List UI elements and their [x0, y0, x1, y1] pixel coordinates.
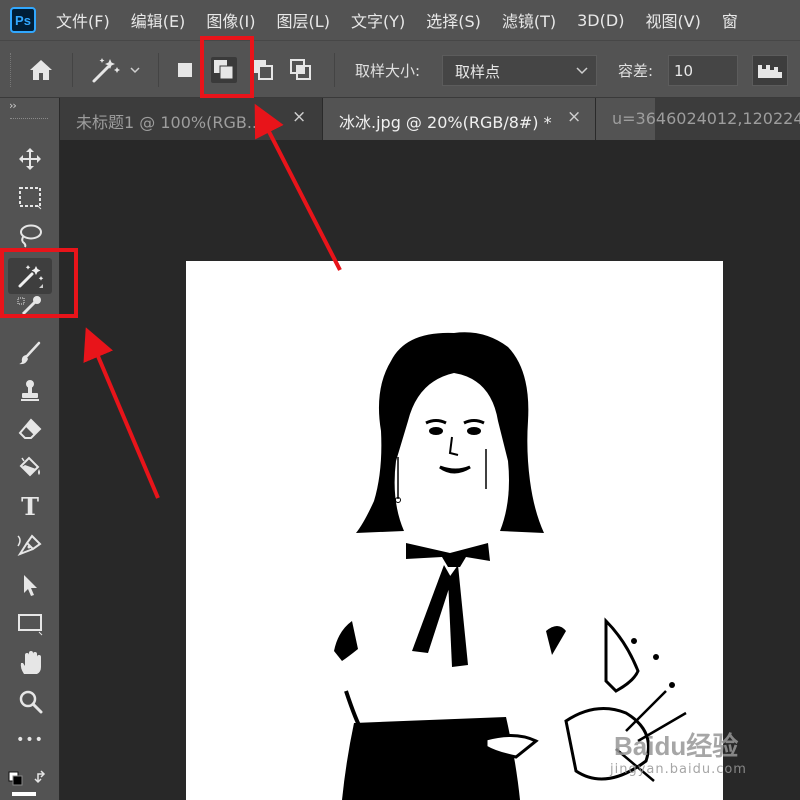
- menu-image[interactable]: 图像(I): [206, 8, 255, 32]
- home-button[interactable]: [28, 58, 54, 82]
- sample-size-select[interactable]: 取样点: [442, 55, 597, 86]
- separator: [334, 53, 335, 87]
- paint-bucket-tool[interactable]: [8, 452, 52, 488]
- options-bar-grip[interactable]: [10, 53, 12, 87]
- tab-u-image[interactable]: u=3646024012,120224: [596, 98, 800, 140]
- tab-label: u=3646024012,120224: [612, 109, 800, 128]
- move-icon: [19, 148, 41, 170]
- lasso-icon: [20, 224, 42, 248]
- sample-size-label: 取样大小:: [355, 62, 421, 80]
- chevron-down-icon: [576, 67, 588, 75]
- baidu-jingyan-watermark: Baidu经验 jingyan.baidu.com: [610, 724, 790, 790]
- type-icon: T: [21, 492, 39, 521]
- rectangle-tool[interactable]: [8, 608, 52, 644]
- tool-preset-picker[interactable]: [90, 55, 146, 85]
- menu-filter[interactable]: 滤镜(T): [502, 8, 556, 32]
- tab-label: 未标题1 @ 100%(RGB...: [76, 113, 263, 132]
- menu-edit[interactable]: 编辑(E): [131, 8, 186, 32]
- rectangular-marquee-tool[interactable]: [8, 182, 52, 218]
- sample-size-value: 取样点: [455, 63, 501, 81]
- panel-grip[interactable]: [10, 118, 48, 119]
- more-tools-button[interactable]: •••: [8, 732, 52, 756]
- document-tab-bar: 未标题1 @ 100%(RGB... × 冰冰.jpg @ 20%(RGB/8#…: [60, 98, 800, 140]
- menu-file[interactable]: 文件(F): [56, 8, 110, 32]
- menu-3d[interactable]: 3D(D): [577, 11, 624, 30]
- rectangular-marquee-icon: [19, 187, 42, 210]
- watermark-url: jingyan.baidu.com: [610, 762, 747, 777]
- path-selection-tool[interactable]: [8, 570, 52, 606]
- document-canvas[interactable]: [186, 261, 723, 800]
- clone-stamp-tool[interactable]: [8, 376, 52, 412]
- menu-type[interactable]: 文字(Y): [351, 8, 405, 32]
- zoom-icon: [19, 690, 43, 714]
- anti-alias-icon: [758, 65, 782, 78]
- menu-layer[interactable]: 图层(L): [277, 8, 330, 32]
- type-tool[interactable]: T: [8, 490, 52, 526]
- highlight-add-to-selection: [200, 36, 254, 98]
- separator: [158, 53, 159, 87]
- tolerance-input[interactable]: 10: [668, 55, 738, 86]
- color-swatches[interactable]: [8, 766, 52, 796]
- menu-window[interactable]: 窗: [722, 8, 738, 32]
- threshold-portrait-image: [334, 332, 687, 800]
- menu-view[interactable]: 视图(V): [645, 8, 700, 32]
- hand-icon: [20, 651, 41, 674]
- color-swatch-icon: [8, 770, 46, 796]
- intersect-with-selection-button[interactable]: [288, 57, 314, 83]
- tab-label: 冰冰.jpg @ 20%(RGB/8#) *: [339, 113, 552, 132]
- menu-select[interactable]: 选择(S): [426, 8, 481, 32]
- tolerance-label: 容差:: [618, 62, 654, 80]
- highlight-magic-wand-tool: [0, 248, 78, 318]
- arrow-pointer-icon: [24, 575, 37, 596]
- rectangle-icon: [18, 614, 43, 636]
- home-icon: [30, 60, 52, 80]
- brush-tool[interactable]: [8, 338, 52, 374]
- eraser-icon: [18, 418, 42, 439]
- hand-tool[interactable]: [8, 648, 52, 684]
- tool-panel: ›› T •••: [0, 98, 60, 800]
- photoshop-logo[interactable]: Ps: [10, 7, 36, 33]
- intersect-with-selection-icon: [290, 59, 311, 80]
- separator: [72, 53, 73, 87]
- tab-untitled-1[interactable]: 未标题1 @ 100%(RGB... ×: [60, 98, 322, 140]
- new-selection-button[interactable]: [172, 57, 198, 83]
- watermark-brand: Baidu经验: [614, 731, 739, 761]
- anti-alias-button[interactable]: [752, 55, 788, 86]
- brush-icon: [19, 341, 41, 365]
- paint-bucket-icon: [19, 456, 40, 477]
- magic-wand-icon: [92, 58, 140, 83]
- zoom-tool[interactable]: [8, 686, 52, 722]
- move-tool[interactable]: [8, 144, 52, 180]
- new-selection-icon: [178, 63, 192, 77]
- panel-collapse-button[interactable]: ››: [9, 99, 17, 112]
- close-icon[interactable]: ×: [292, 107, 306, 127]
- options-bar: 取样大小: 取样点 容差: 10: [0, 40, 800, 98]
- pen-icon: [17, 534, 42, 557]
- stamp-icon: [21, 380, 39, 401]
- close-icon[interactable]: ×: [567, 107, 581, 127]
- more-icon: •••: [16, 732, 44, 748]
- pen-tool[interactable]: [8, 530, 52, 566]
- menu-bar: Ps 文件(F) 编辑(E) 图像(I) 图层(L) 文字(Y) 选择(S) 滤…: [0, 0, 800, 40]
- eraser-tool[interactable]: [8, 414, 52, 450]
